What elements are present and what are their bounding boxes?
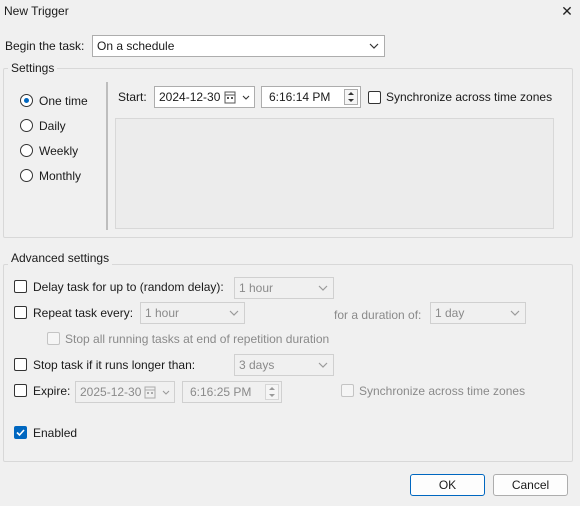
delay-label: Delay task for up to (random delay): <box>33 280 224 294</box>
chevron-up-icon[interactable] <box>346 90 356 97</box>
duration-dropdown[interactable]: 1 day <box>430 302 526 324</box>
chevron-down-icon <box>242 95 250 100</box>
start-date-picker[interactable]: 2024-12-30 <box>154 86 255 108</box>
chevron-down-icon <box>229 310 239 316</box>
start-time-value: 6:16:14 PM <box>269 90 331 104</box>
radio-daily-label: Daily <box>39 119 66 133</box>
title-bar <box>0 0 580 26</box>
checkmark-icon <box>16 429 25 437</box>
radio-weekly[interactable] <box>20 144 33 157</box>
expire-time-value: 6:16:25 PM <box>190 385 252 399</box>
repeat-value: 1 hour <box>145 306 180 320</box>
radio-weekly-label: Weekly <box>39 144 79 158</box>
start-time-field[interactable]: 6:16:14 PM <box>261 86 361 108</box>
enabled-label: Enabled <box>33 426 78 440</box>
begin-task-value: On a schedule <box>97 39 175 53</box>
chevron-down-icon[interactable] <box>267 392 277 399</box>
stop-longer-value: 3 days <box>239 358 275 372</box>
radio-daily[interactable] <box>20 119 33 132</box>
duration-value: 1 day <box>435 306 465 320</box>
repeat-dropdown[interactable]: 1 hour <box>140 302 245 324</box>
settings-divider <box>106 82 108 230</box>
chevron-down-icon <box>162 390 170 395</box>
start-time-spinner[interactable] <box>344 89 358 105</box>
chevron-down-icon <box>318 362 328 368</box>
stop-longer-dropdown[interactable]: 3 days <box>234 354 334 376</box>
radio-one-time[interactable] <box>20 94 33 107</box>
calendar-icon[interactable] <box>144 385 156 399</box>
radio-one-time-label: One time <box>39 94 88 108</box>
expire-sync-label: Synchronize across time zones <box>359 384 526 398</box>
chevron-down-icon <box>510 310 520 316</box>
begin-task-dropdown[interactable]: On a schedule <box>92 35 385 57</box>
expire-date-picker[interactable]: 2025-12-30 <box>75 381 175 403</box>
sync-timezones-label: Synchronize across time zones <box>386 90 553 104</box>
radio-monthly[interactable] <box>20 169 33 182</box>
window-title: New Trigger <box>4 4 69 18</box>
expire-time-field[interactable]: 6:16:25 PM <box>182 381 282 403</box>
settings-group-title: Settings <box>8 61 58 75</box>
delay-value: 1 hour <box>239 281 274 295</box>
duration-label: for a duration of: <box>334 308 422 322</box>
stop-all-checkbox[interactable] <box>47 332 60 345</box>
chevron-up-icon[interactable] <box>267 385 277 392</box>
calendar-icon[interactable] <box>224 90 236 104</box>
expire-sync-checkbox[interactable] <box>341 384 354 397</box>
chevron-down-icon <box>369 43 379 49</box>
sync-timezones-checkbox[interactable] <box>368 91 381 104</box>
start-label: Start: <box>118 90 147 104</box>
start-date-value: 2024-12-30 <box>159 90 221 104</box>
schedule-options-panel <box>115 118 554 229</box>
enabled-checkbox[interactable] <box>14 426 27 439</box>
chevron-down-icon <box>318 285 328 291</box>
chevron-down-icon[interactable] <box>346 97 356 104</box>
delay-checkbox[interactable] <box>14 280 27 293</box>
begin-task-label: Begin the task: <box>5 39 85 53</box>
advanced-settings-title: Advanced settings <box>8 251 113 265</box>
repeat-label: Repeat task every: <box>33 306 134 320</box>
close-button[interactable]: ✕ <box>556 1 578 21</box>
radio-monthly-label: Monthly <box>39 169 82 183</box>
delay-dropdown[interactable]: 1 hour <box>234 277 334 299</box>
expire-time-spinner[interactable] <box>265 384 279 400</box>
expire-date-value: 2025-12-30 <box>80 385 142 399</box>
repeat-checkbox[interactable] <box>14 306 27 319</box>
expire-label: Expire: <box>33 384 71 398</box>
stop-all-label: Stop all running tasks at end of repetit… <box>65 332 330 346</box>
close-icon: ✕ <box>561 3 573 19</box>
cancel-button[interactable]: Cancel <box>493 474 568 496</box>
stop-longer-checkbox[interactable] <box>14 358 27 371</box>
expire-checkbox[interactable] <box>14 384 27 397</box>
stop-longer-label: Stop task if it runs longer than: <box>33 358 196 372</box>
ok-button[interactable]: OK <box>410 474 485 496</box>
